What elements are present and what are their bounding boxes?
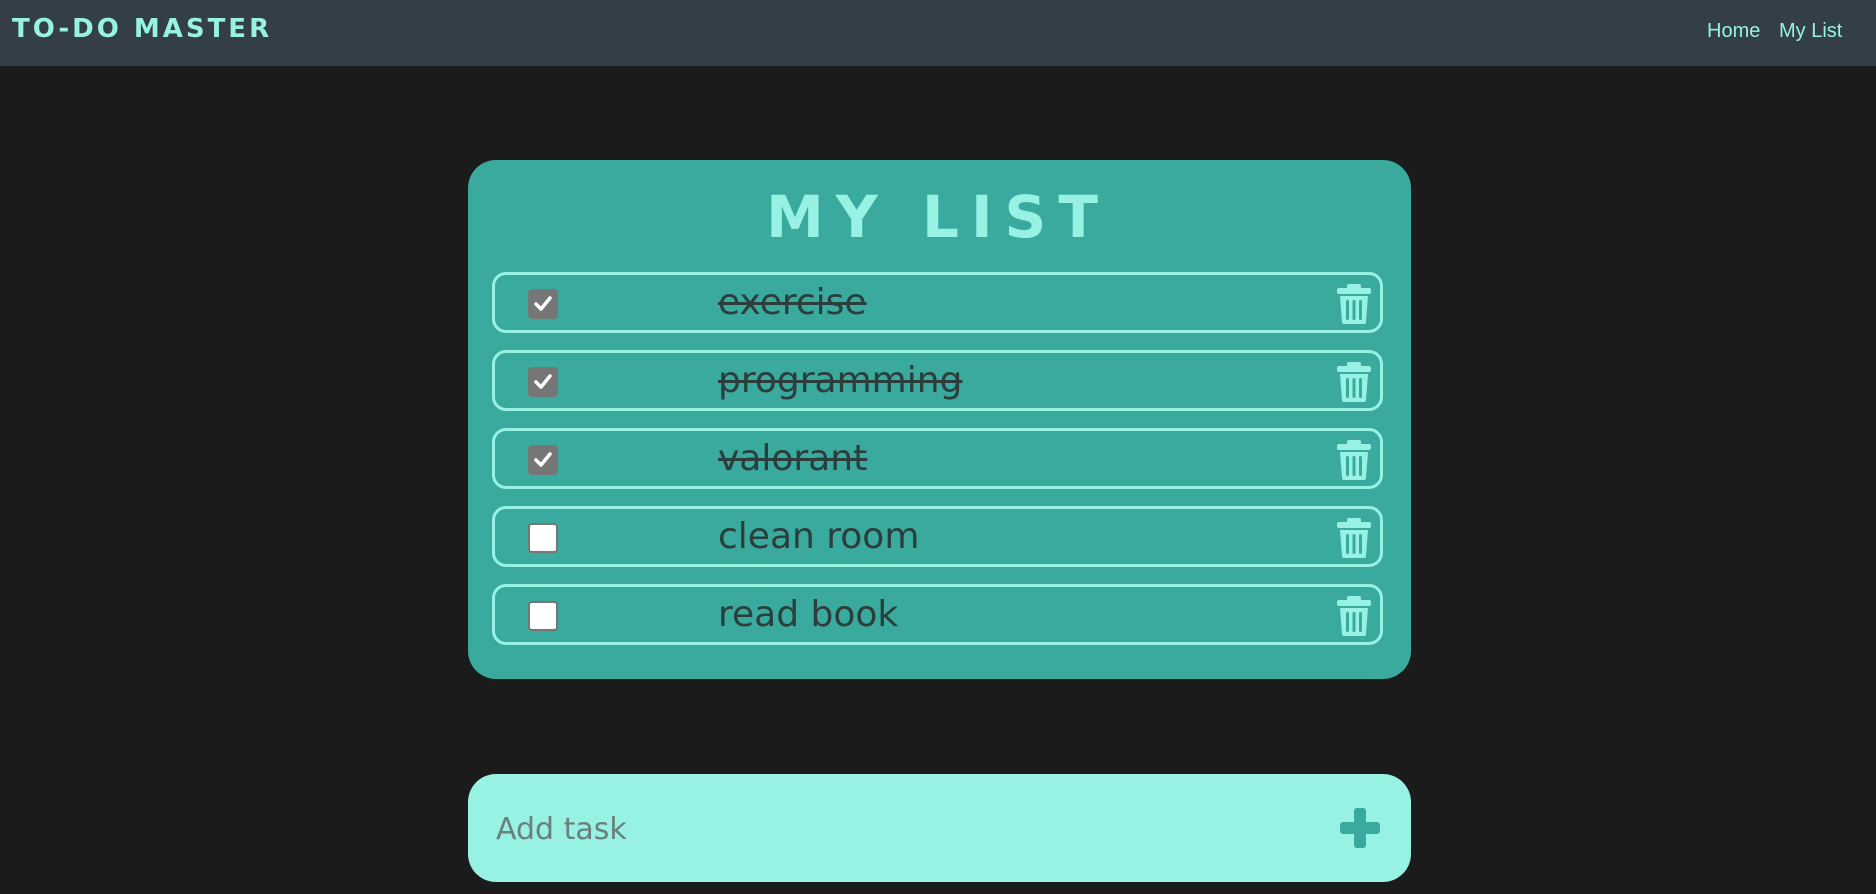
trash-icon[interactable] (1336, 517, 1372, 559)
brand-logo[interactable]: TO-DO MASTER (12, 14, 272, 44)
add-task-bar (468, 774, 1411, 882)
task-row: exercise (492, 272, 1383, 333)
task-checkbox[interactable] (528, 523, 558, 553)
task-text: clean room (718, 516, 920, 557)
list-title: MY LIST (766, 183, 1110, 251)
trash-icon[interactable] (1336, 439, 1372, 481)
trash-icon[interactable] (1336, 283, 1372, 325)
task-checkbox[interactable] (528, 367, 558, 397)
task-text: programming (718, 360, 963, 401)
checkmark-icon (534, 296, 552, 311)
navbar: TO-DO MASTER Home My List (0, 0, 1876, 66)
add-task-input[interactable] (494, 802, 1318, 856)
task-text: exercise (718, 282, 867, 323)
task-row: valorant (492, 428, 1383, 489)
task-checkbox[interactable] (528, 289, 558, 319)
task-text: read book (718, 594, 899, 635)
plus-icon[interactable] (1336, 804, 1384, 852)
task-checkbox[interactable] (528, 601, 558, 631)
nav-link-my-list[interactable]: My List (1779, 20, 1842, 43)
task-checkbox[interactable] (528, 445, 558, 475)
trash-icon[interactable] (1336, 361, 1372, 403)
task-text: valorant (718, 438, 868, 479)
checkmark-icon (534, 452, 552, 467)
task-row: clean room (492, 506, 1383, 567)
checkmark-icon (534, 374, 552, 389)
task-row: programming (492, 350, 1383, 411)
nav-link-home[interactable]: Home (1707, 20, 1760, 43)
trash-icon[interactable] (1336, 595, 1372, 637)
task-row: read book (492, 584, 1383, 645)
